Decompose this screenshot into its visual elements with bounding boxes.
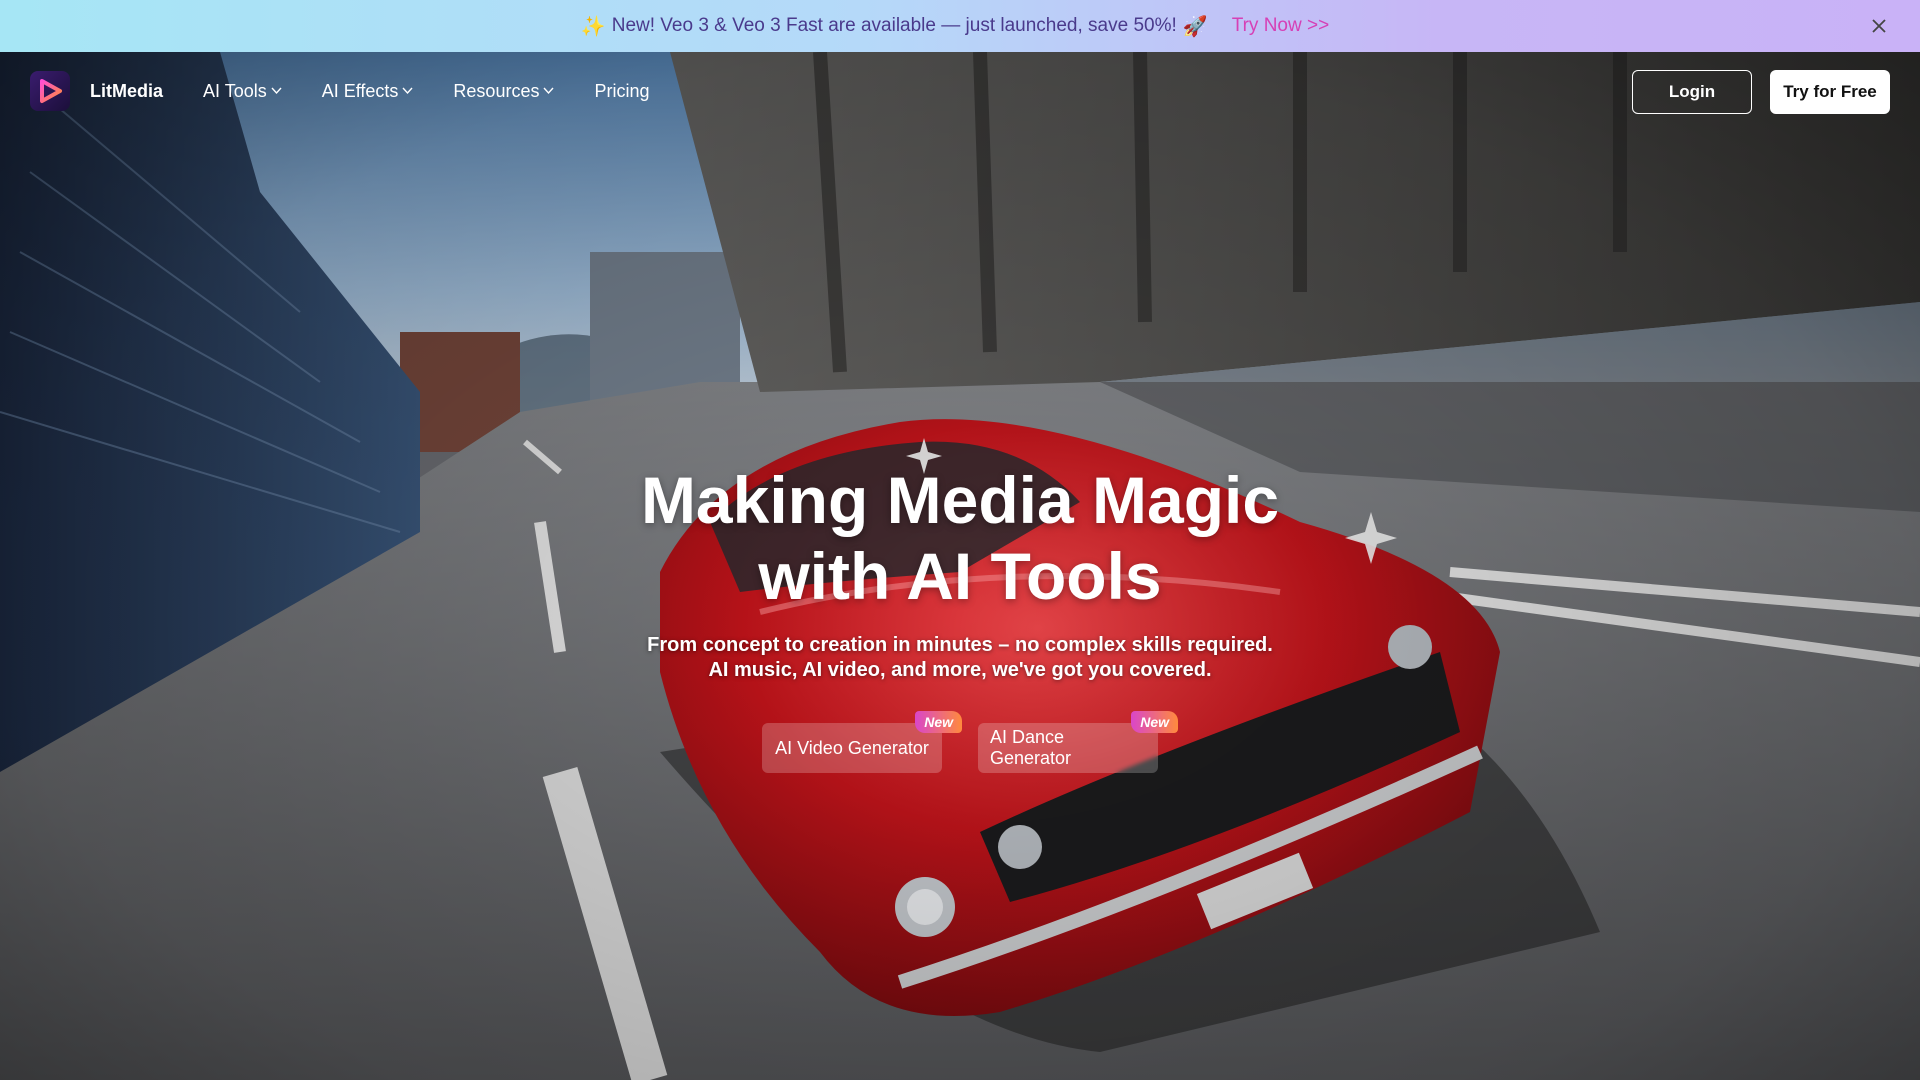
top-nav: LitMedia AI Tools AI Effects Resources P… <box>0 52 1920 130</box>
ai-dance-generator-button[interactable]: AI Dance Generator New <box>978 711 1178 773</box>
ai-video-generator-button[interactable]: AI Video Generator New <box>762 711 962 773</box>
rocket-icon: 🚀 <box>1182 15 1208 38</box>
chevron-down-icon <box>402 87 413 95</box>
menu-ai-tools[interactable]: AI Tools <box>203 81 282 102</box>
subtitle-line-2: AI music, AI video, and more, we've got … <box>708 659 1212 681</box>
menu-resources[interactable]: Resources <box>453 81 554 102</box>
headline-line-1: Making Media Magic <box>640 463 1280 537</box>
promo-banner: ✨ New! Veo 3 & Veo 3 Fast are available … <box>0 0 1920 52</box>
hero-cta-row: AI Video Generator New AI Dance Generato… <box>762 711 1178 773</box>
cta-label: AI Video Generator <box>775 737 929 758</box>
promo-message: New! Veo 3 & Veo 3 Fast are available — … <box>611 15 1177 36</box>
brand-logo[interactable]: LitMedia <box>30 71 163 111</box>
sparkle-icon: ✨ <box>580 15 606 38</box>
headline-line-2: with AI Tools <box>758 539 1162 613</box>
nav-actions: Login Try for Free <box>1632 70 1890 114</box>
promo-content: ✨ New! Veo 3 & Veo 3 Fast are available … <box>581 14 1329 39</box>
chevron-down-icon <box>271 87 282 95</box>
menu-ai-tools-label: AI Tools <box>203 80 267 101</box>
cta-label: AI Dance Generator <box>990 727 1072 768</box>
menu-resources-label: Resources <box>453 80 540 101</box>
hero-subtitle: From concept to creation in minutes – no… <box>0 633 1920 683</box>
menu-pricing[interactable]: Pricing <box>594 81 649 102</box>
menu-ai-effects[interactable]: AI Effects <box>322 81 414 102</box>
chevron-down-icon <box>543 87 554 95</box>
subtitle-line-1: From concept to creation in minutes – no… <box>647 634 1273 656</box>
litmedia-logo-icon <box>30 71 70 111</box>
login-button[interactable]: Login <box>1632 70 1752 114</box>
brand-name: LitMedia <box>90 80 164 101</box>
try-for-free-button[interactable]: Try for Free <box>1770 70 1890 114</box>
new-badge: New <box>1131 711 1178 733</box>
hero-headline: Making Media Magic with AI Tools <box>0 462 1920 614</box>
new-badge: New <box>915 711 962 733</box>
menu-pricing-label: Pricing <box>594 80 650 101</box>
try-now-link[interactable]: Try Now >> <box>1232 15 1330 37</box>
menu-ai-effects-label: AI Effects <box>321 80 399 101</box>
close-icon[interactable] <box>1868 15 1890 37</box>
main-menu: AI Tools AI Effects Resources Pricing <box>203 81 689 102</box>
